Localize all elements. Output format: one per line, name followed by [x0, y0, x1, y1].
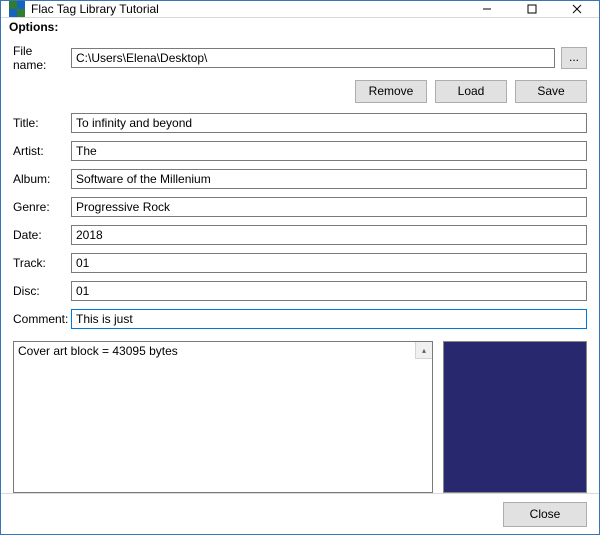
- comment-row: Comment:: [13, 309, 587, 329]
- genre-input[interactable]: [71, 197, 587, 217]
- content-area: File name: ... Remove Load Save Title: A…: [1, 38, 599, 493]
- date-input[interactable]: [71, 225, 587, 245]
- genre-label: Genre:: [13, 200, 71, 214]
- titlebar: Flac Tag Library Tutorial: [1, 1, 599, 18]
- disc-input[interactable]: [71, 281, 587, 301]
- chevron-up-icon: ▴: [422, 346, 426, 355]
- file-name-input[interactable]: [71, 48, 555, 68]
- title-row: Title:: [13, 113, 587, 133]
- remove-button[interactable]: Remove: [355, 80, 427, 103]
- title-input[interactable]: [71, 113, 587, 133]
- disc-label: Disc:: [13, 284, 71, 298]
- date-row: Date:: [13, 225, 587, 245]
- menubar: Options:: [1, 18, 599, 38]
- window-title: Flac Tag Library Tutorial: [31, 2, 464, 16]
- options-menu[interactable]: Options:: [9, 20, 58, 34]
- list-item[interactable]: Cover art block = 43095 bytes: [18, 344, 428, 358]
- comment-input[interactable]: [71, 309, 587, 329]
- comment-label: Comment:: [13, 312, 71, 326]
- file-name-row: File name: ...: [13, 44, 587, 72]
- disc-row: Disc:: [13, 281, 587, 301]
- minimize-button[interactable]: [464, 1, 509, 17]
- album-label: Album:: [13, 172, 71, 186]
- album-row: Album:: [13, 169, 587, 189]
- date-label: Date:: [13, 228, 71, 242]
- cover-art-preview: [443, 341, 587, 493]
- app-window: Flac Tag Library Tutorial Options: File …: [0, 0, 600, 535]
- genre-row: Genre:: [13, 197, 587, 217]
- maximize-icon: [527, 4, 537, 14]
- track-input[interactable]: [71, 253, 587, 273]
- album-input[interactable]: [71, 169, 587, 189]
- close-icon: [572, 4, 582, 14]
- close-window-button[interactable]: [554, 1, 599, 17]
- maximize-button[interactable]: [509, 1, 554, 17]
- track-row: Track:: [13, 253, 587, 273]
- close-button[interactable]: Close: [503, 502, 587, 527]
- save-button[interactable]: Save: [515, 80, 587, 103]
- browse-button[interactable]: ...: [561, 47, 587, 69]
- file-name-label: File name:: [13, 44, 71, 72]
- load-button[interactable]: Load: [435, 80, 507, 103]
- artist-input[interactable]: [71, 141, 587, 161]
- minimize-icon: [482, 4, 492, 14]
- artist-row: Artist:: [13, 141, 587, 161]
- window-controls: [464, 1, 599, 17]
- lower-panel: Cover art block = 43095 bytes ▴: [13, 341, 587, 493]
- footer: Close: [1, 493, 599, 535]
- app-icon: [9, 1, 25, 17]
- scroll-up-button[interactable]: ▴: [415, 342, 432, 359]
- title-label: Title:: [13, 116, 71, 130]
- action-button-row: Remove Load Save: [13, 80, 587, 103]
- artist-label: Artist:: [13, 144, 71, 158]
- cover-art-listbox[interactable]: Cover art block = 43095 bytes ▴: [13, 341, 433, 493]
- track-label: Track:: [13, 256, 71, 270]
